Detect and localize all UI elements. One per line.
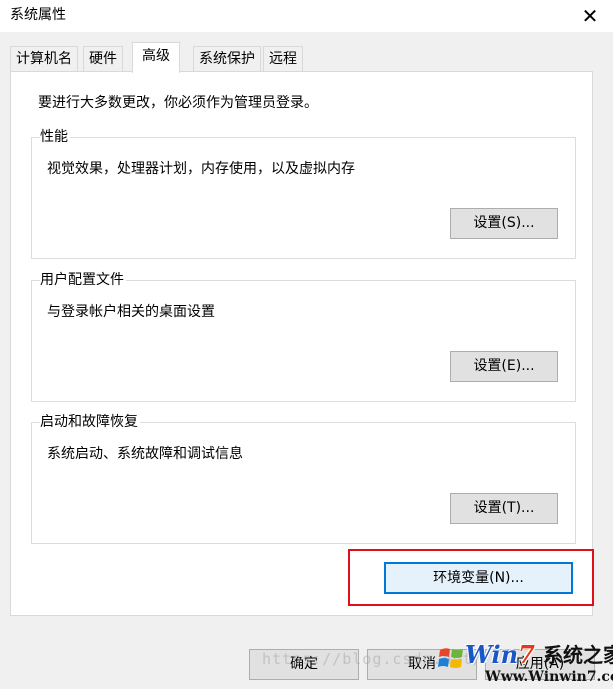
title-bar: 系统属性 ✕ bbox=[0, 0, 613, 32]
window-title: 系统属性 bbox=[10, 7, 66, 23]
user-profiles-description: 与登录帐户相关的桌面设置 bbox=[47, 304, 215, 320]
user-profiles-legend: 用户配置文件 bbox=[40, 271, 126, 289]
tab-system-protection[interactable]: 系统保护 bbox=[193, 46, 261, 72]
performance-settings-button[interactable]: 设置(S)... bbox=[450, 208, 558, 239]
tab-remote[interactable]: 远程 bbox=[263, 46, 303, 72]
startup-recovery-settings-button[interactable]: 设置(T)... bbox=[450, 493, 558, 524]
admin-notice: 要进行大多数更改，你必须作为管理员登录。 bbox=[38, 95, 318, 111]
tab-advanced[interactable]: 高级 bbox=[132, 42, 180, 73]
user-profiles-group: 用户配置文件 与登录帐户相关的桌面设置 设置(E)... bbox=[31, 271, 576, 402]
close-button[interactable]: ✕ bbox=[567, 0, 613, 32]
performance-legend: 性能 bbox=[40, 128, 70, 146]
performance-description: 视觉效果，处理器计划，内存使用，以及虚拟内存 bbox=[47, 161, 355, 177]
user-profiles-settings-button[interactable]: 设置(E)... bbox=[450, 351, 558, 382]
apply-button[interactable]: 应用(A) bbox=[485, 649, 595, 680]
environment-variables-button[interactable]: 环境变量(N)... bbox=[384, 562, 573, 594]
startup-recovery-description: 系统启动、系统故障和调试信息 bbox=[47, 446, 243, 462]
tab-hardware[interactable]: 硬件 bbox=[83, 46, 123, 72]
performance-group: 性能 视觉效果，处理器计划，内存使用，以及虚拟内存 设置(S)... bbox=[31, 128, 576, 259]
advanced-tab-panel: 要进行大多数更改，你必须作为管理员登录。 性能 视觉效果，处理器计划，内存使用，… bbox=[10, 71, 593, 616]
close-icon: ✕ bbox=[581, 4, 599, 28]
system-properties-dialog: 系统属性 ✕ 计算机名 硬件 高级 系统保护 远程 要进行大多数更改，你必须作为… bbox=[0, 0, 613, 689]
ok-button[interactable]: 确定 bbox=[249, 649, 359, 680]
startup-recovery-legend: 启动和故障恢复 bbox=[40, 413, 140, 431]
tab-computer-name[interactable]: 计算机名 bbox=[10, 46, 78, 72]
cancel-button[interactable]: 取消 bbox=[367, 649, 477, 680]
startup-recovery-group: 启动和故障恢复 系统启动、系统故障和调试信息 设置(T)... bbox=[31, 413, 576, 544]
